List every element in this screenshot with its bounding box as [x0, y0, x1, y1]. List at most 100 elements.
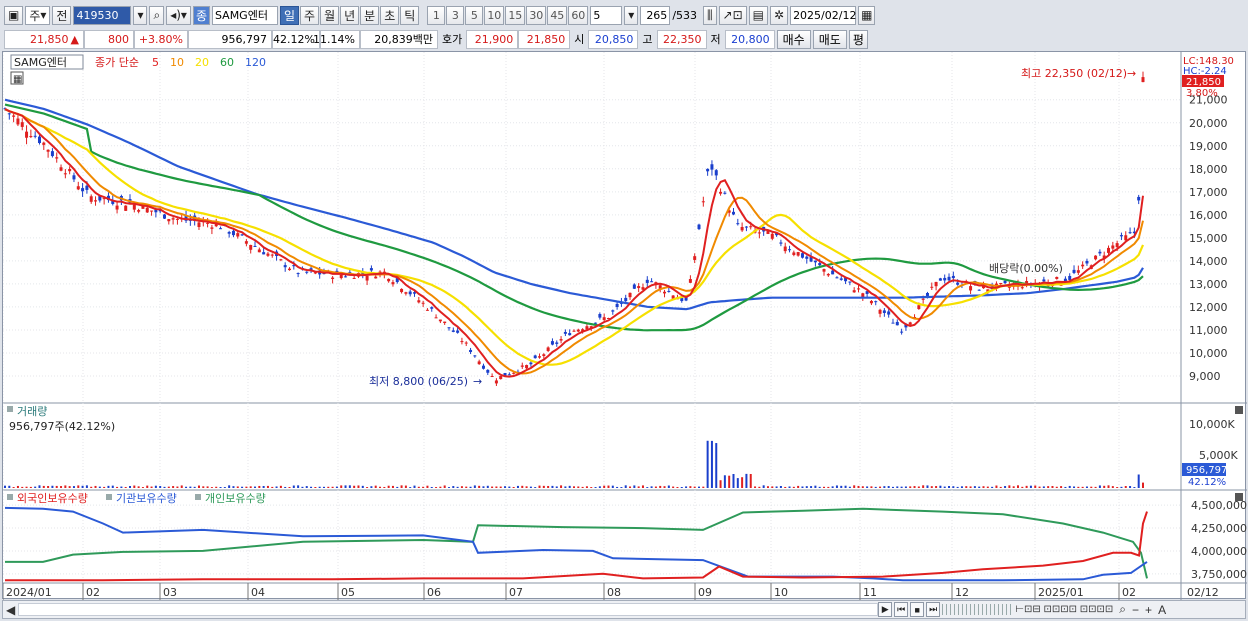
scroll-left-icon[interactable]: ◀: [6, 603, 15, 617]
price-tick-5: 16,000: [1189, 209, 1228, 222]
volume-bar: [348, 485, 351, 488]
buy-button[interactable]: 매수: [776, 29, 811, 49]
low-price: 20,800: [724, 29, 775, 49]
first-icon[interactable]: ⏮: [894, 602, 909, 617]
volume-bar: [801, 486, 804, 488]
chart-svg[interactable]: SAMG엔터 종가 단순 5 10 20 60 120 ▦ 최고 22,350 (02/…: [2, 52, 1247, 600]
zoom-in-icon[interactable]: +: [1145, 603, 1152, 617]
stock-name-tag: 종: [192, 5, 210, 25]
candle-mode-icon[interactable]: ⫼: [703, 5, 717, 25]
stock-code-input[interactable]: 419530: [73, 5, 132, 25]
volume-bar: [581, 486, 584, 488]
volume-bar: [879, 486, 882, 488]
calendar-icon[interactable]: ▦: [858, 5, 876, 25]
candle-body: [943, 277, 947, 281]
candle-body: [667, 290, 671, 292]
interval-15[interactable]: 15: [505, 5, 526, 25]
xtick-8: 09: [698, 586, 712, 599]
search-icon[interactable]: ⌕: [149, 5, 165, 25]
candle-body: [451, 330, 455, 332]
foreign-holding-line: [5, 511, 1148, 582]
candle-body: [572, 330, 576, 332]
period-tab-1[interactable]: 주: [300, 5, 320, 25]
font-size-icon[interactable]: A: [1158, 603, 1166, 617]
price-tick-1: 20,000: [1189, 117, 1228, 130]
period-tab-0[interactable]: 일: [279, 5, 300, 25]
draw-tool-icon[interactable]: ↗⊡: [718, 5, 747, 25]
volume-bar: [564, 486, 567, 488]
period-tab-3[interactable]: 년: [340, 5, 360, 25]
chart-tools-icons[interactable]: ⊢⊡⊟ ⊡⊡⊡⊡ ⊡⊡⊡⊡: [1015, 604, 1113, 615]
volume-bar: [344, 485, 347, 488]
bar-count-input[interactable]: 265: [640, 5, 671, 25]
period-tab-5[interactable]: 초: [380, 5, 400, 25]
zoom-out-icon[interactable]: −: [1132, 603, 1139, 617]
volume-bar: [34, 486, 37, 488]
all-button[interactable]: 전: [52, 5, 72, 25]
toolbar: ▣ 주 ▾ 전 419530 ▾ ⌕ ◂)▾ 종 SAMG엔터 일주월년분초틱 1…: [0, 2, 1248, 28]
volume-bar: [538, 485, 541, 488]
play-icon[interactable]: ▶: [878, 602, 893, 617]
volume-bar: [64, 485, 67, 488]
save-icon[interactable]: ▤: [748, 5, 768, 25]
zoom-icon[interactable]: ⌕: [1119, 602, 1126, 617]
speaker-icon[interactable]: ◂)▾: [166, 5, 191, 25]
last-icon[interactable]: ⏭: [926, 602, 941, 617]
volume-bar: [172, 486, 175, 488]
interval-1[interactable]: 1: [427, 5, 446, 25]
chart-area[interactable]: SAMG엔터 종가 단순 5 10 20 60 120 ▦ 최고 22,350 (02/…: [2, 51, 1247, 600]
interval-45[interactable]: 45: [547, 5, 568, 25]
candle-body: [430, 307, 434, 309]
candle-body: [434, 317, 438, 319]
candle-body: [481, 365, 485, 369]
gear-icon[interactable]: ✲: [770, 5, 789, 25]
interval-select[interactable]: 5: [590, 5, 623, 25]
interval-60[interactable]: 60: [568, 5, 589, 25]
chart-menu-icon[interactable]: ▣: [4, 5, 24, 25]
volume-bar: [1004, 486, 1007, 488]
candle-body: [594, 322, 598, 324]
volume-close-icon[interactable]: [1235, 406, 1243, 414]
stop-icon[interactable]: ■: [910, 602, 925, 617]
period-tab-6[interactable]: 틱: [400, 5, 420, 25]
stock-tag[interactable]: SAMG엔터: [14, 56, 67, 69]
volume-bar: [469, 486, 472, 488]
avg-button[interactable]: 평: [848, 29, 868, 49]
volume-bar: [284, 486, 287, 488]
volume-panel-marker: [7, 406, 13, 412]
candle-body: [822, 269, 826, 272]
interval-5[interactable]: 5: [465, 5, 484, 25]
volume-bar: [439, 486, 442, 488]
period-tab-2[interactable]: 월: [320, 5, 340, 25]
volume-bar: [193, 486, 196, 488]
volume-bar: [685, 486, 688, 488]
code-dropdown-icon[interactable]: ▾: [133, 5, 148, 25]
volume-bar: [366, 487, 369, 488]
volume-bar: [409, 487, 412, 488]
volume-bar: [202, 486, 205, 488]
candle-body: [425, 309, 429, 311]
date-input[interactable]: 2025/02/12: [790, 5, 856, 25]
interval-10[interactable]: 10: [484, 5, 505, 25]
volume-bar: [1107, 485, 1110, 488]
scroll-track[interactable]: [18, 603, 879, 616]
volume-bar: [258, 485, 261, 488]
stock-name-field[interactable]: SAMG엔터: [211, 5, 278, 25]
interval-30[interactable]: 30: [526, 5, 547, 25]
bid-price: 21,850: [518, 29, 571, 49]
candle-body: [839, 278, 843, 280]
interval-dropdown-icon[interactable]: ▾: [624, 5, 639, 25]
candle-body: [236, 233, 240, 237]
sell-button[interactable]: 매도: [812, 29, 847, 49]
volume-bar: [206, 486, 209, 488]
scroll-handle[interactable]: [942, 604, 1013, 615]
candle-body: [408, 291, 412, 295]
market-type-select[interactable]: 주 ▾: [25, 5, 51, 25]
volume-bar: [991, 486, 994, 488]
open-price: 20,850: [588, 29, 639, 49]
volume-bar: [534, 487, 537, 488]
table-view-icon[interactable]: ▦: [13, 74, 22, 85]
volume-bar: [1016, 485, 1019, 488]
period-tab-4[interactable]: 분: [360, 5, 380, 25]
interval-3[interactable]: 3: [446, 5, 465, 25]
